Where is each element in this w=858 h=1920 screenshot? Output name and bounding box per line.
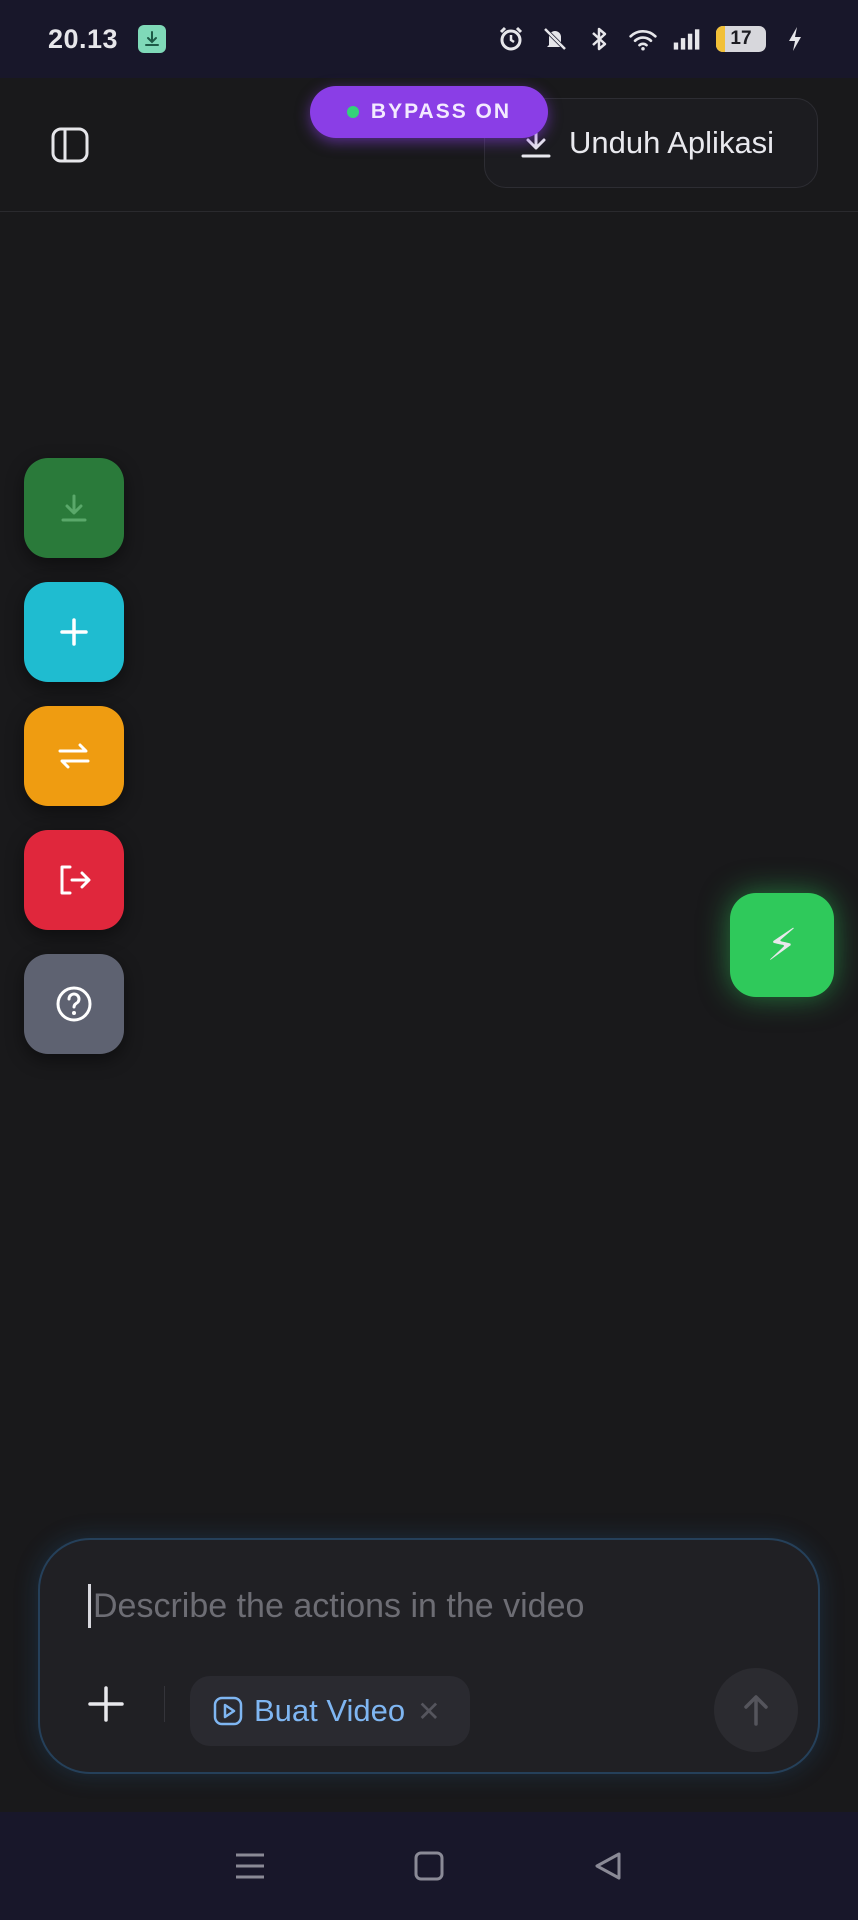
wifi-icon [628,24,658,54]
download-notification-icon [138,25,167,53]
arrow-up-icon [744,1695,768,1726]
side-switch-button[interactable] [24,706,124,806]
send-button[interactable] [714,1668,798,1752]
plus-icon [88,1686,124,1722]
nav-back-button[interactable] [586,1844,630,1888]
download-app-label: Unduh Aplikasi [569,125,775,160]
chip-close-icon[interactable]: ✕ [417,1695,440,1728]
status-left: 20.13 [48,23,167,55]
system-nav-bar [0,1812,858,1920]
status-bar: 20.13 17 [0,0,858,78]
side-logout-button[interactable] [24,830,124,930]
status-dot [346,106,359,118]
nav-home-button[interactable] [407,1844,451,1888]
status-right: 17 [496,24,810,54]
attach-button[interactable] [78,1676,134,1732]
mute-icon [540,24,570,54]
signal-icon [672,24,702,54]
mode-chip-label: Buat Video [254,1693,406,1728]
battery-icon: 17 [716,26,766,52]
prompt-input[interactable] [88,1584,748,1628]
alarm-icon [496,24,526,54]
menu-icon [235,1853,264,1879]
mode-chip-buat-video[interactable]: Buat Video ✕ [190,1676,470,1746]
swap-icon [58,743,90,769]
bypass-status-badge[interactable]: BYPASS ON [310,86,548,138]
battery-fill [716,26,725,52]
plus-icon [60,618,88,646]
logout-icon [60,865,91,895]
download-icon [61,494,87,522]
charging-icon [780,24,810,54]
app-screen: 20.13 17 Unduh Aplikasi BYPASS ON ⚡ Desc… [0,0,858,1920]
back-icon [595,1852,621,1880]
nav-menu-button[interactable] [228,1844,272,1888]
side-help-button[interactable] [24,954,124,1054]
side-download-button[interactable] [24,458,124,558]
prompt-composer: Buat Video ✕ [38,1538,820,1774]
help-icon [56,986,92,1022]
sidebar-icon [51,127,89,163]
clock: 20.13 [48,23,119,54]
bluetooth-icon [584,24,614,54]
home-icon [414,1851,444,1881]
sidebar-toggle-button[interactable] [48,123,92,167]
side-add-button[interactable] [24,582,124,682]
bypass-label: BYPASS ON [370,100,512,123]
lightning-bolt-icon: ⚡ [766,920,798,970]
video-play-icon [213,1696,243,1726]
battery-level: 17 [730,28,752,49]
divider [164,1686,165,1722]
quick-action-button[interactable]: ⚡ [730,893,834,997]
